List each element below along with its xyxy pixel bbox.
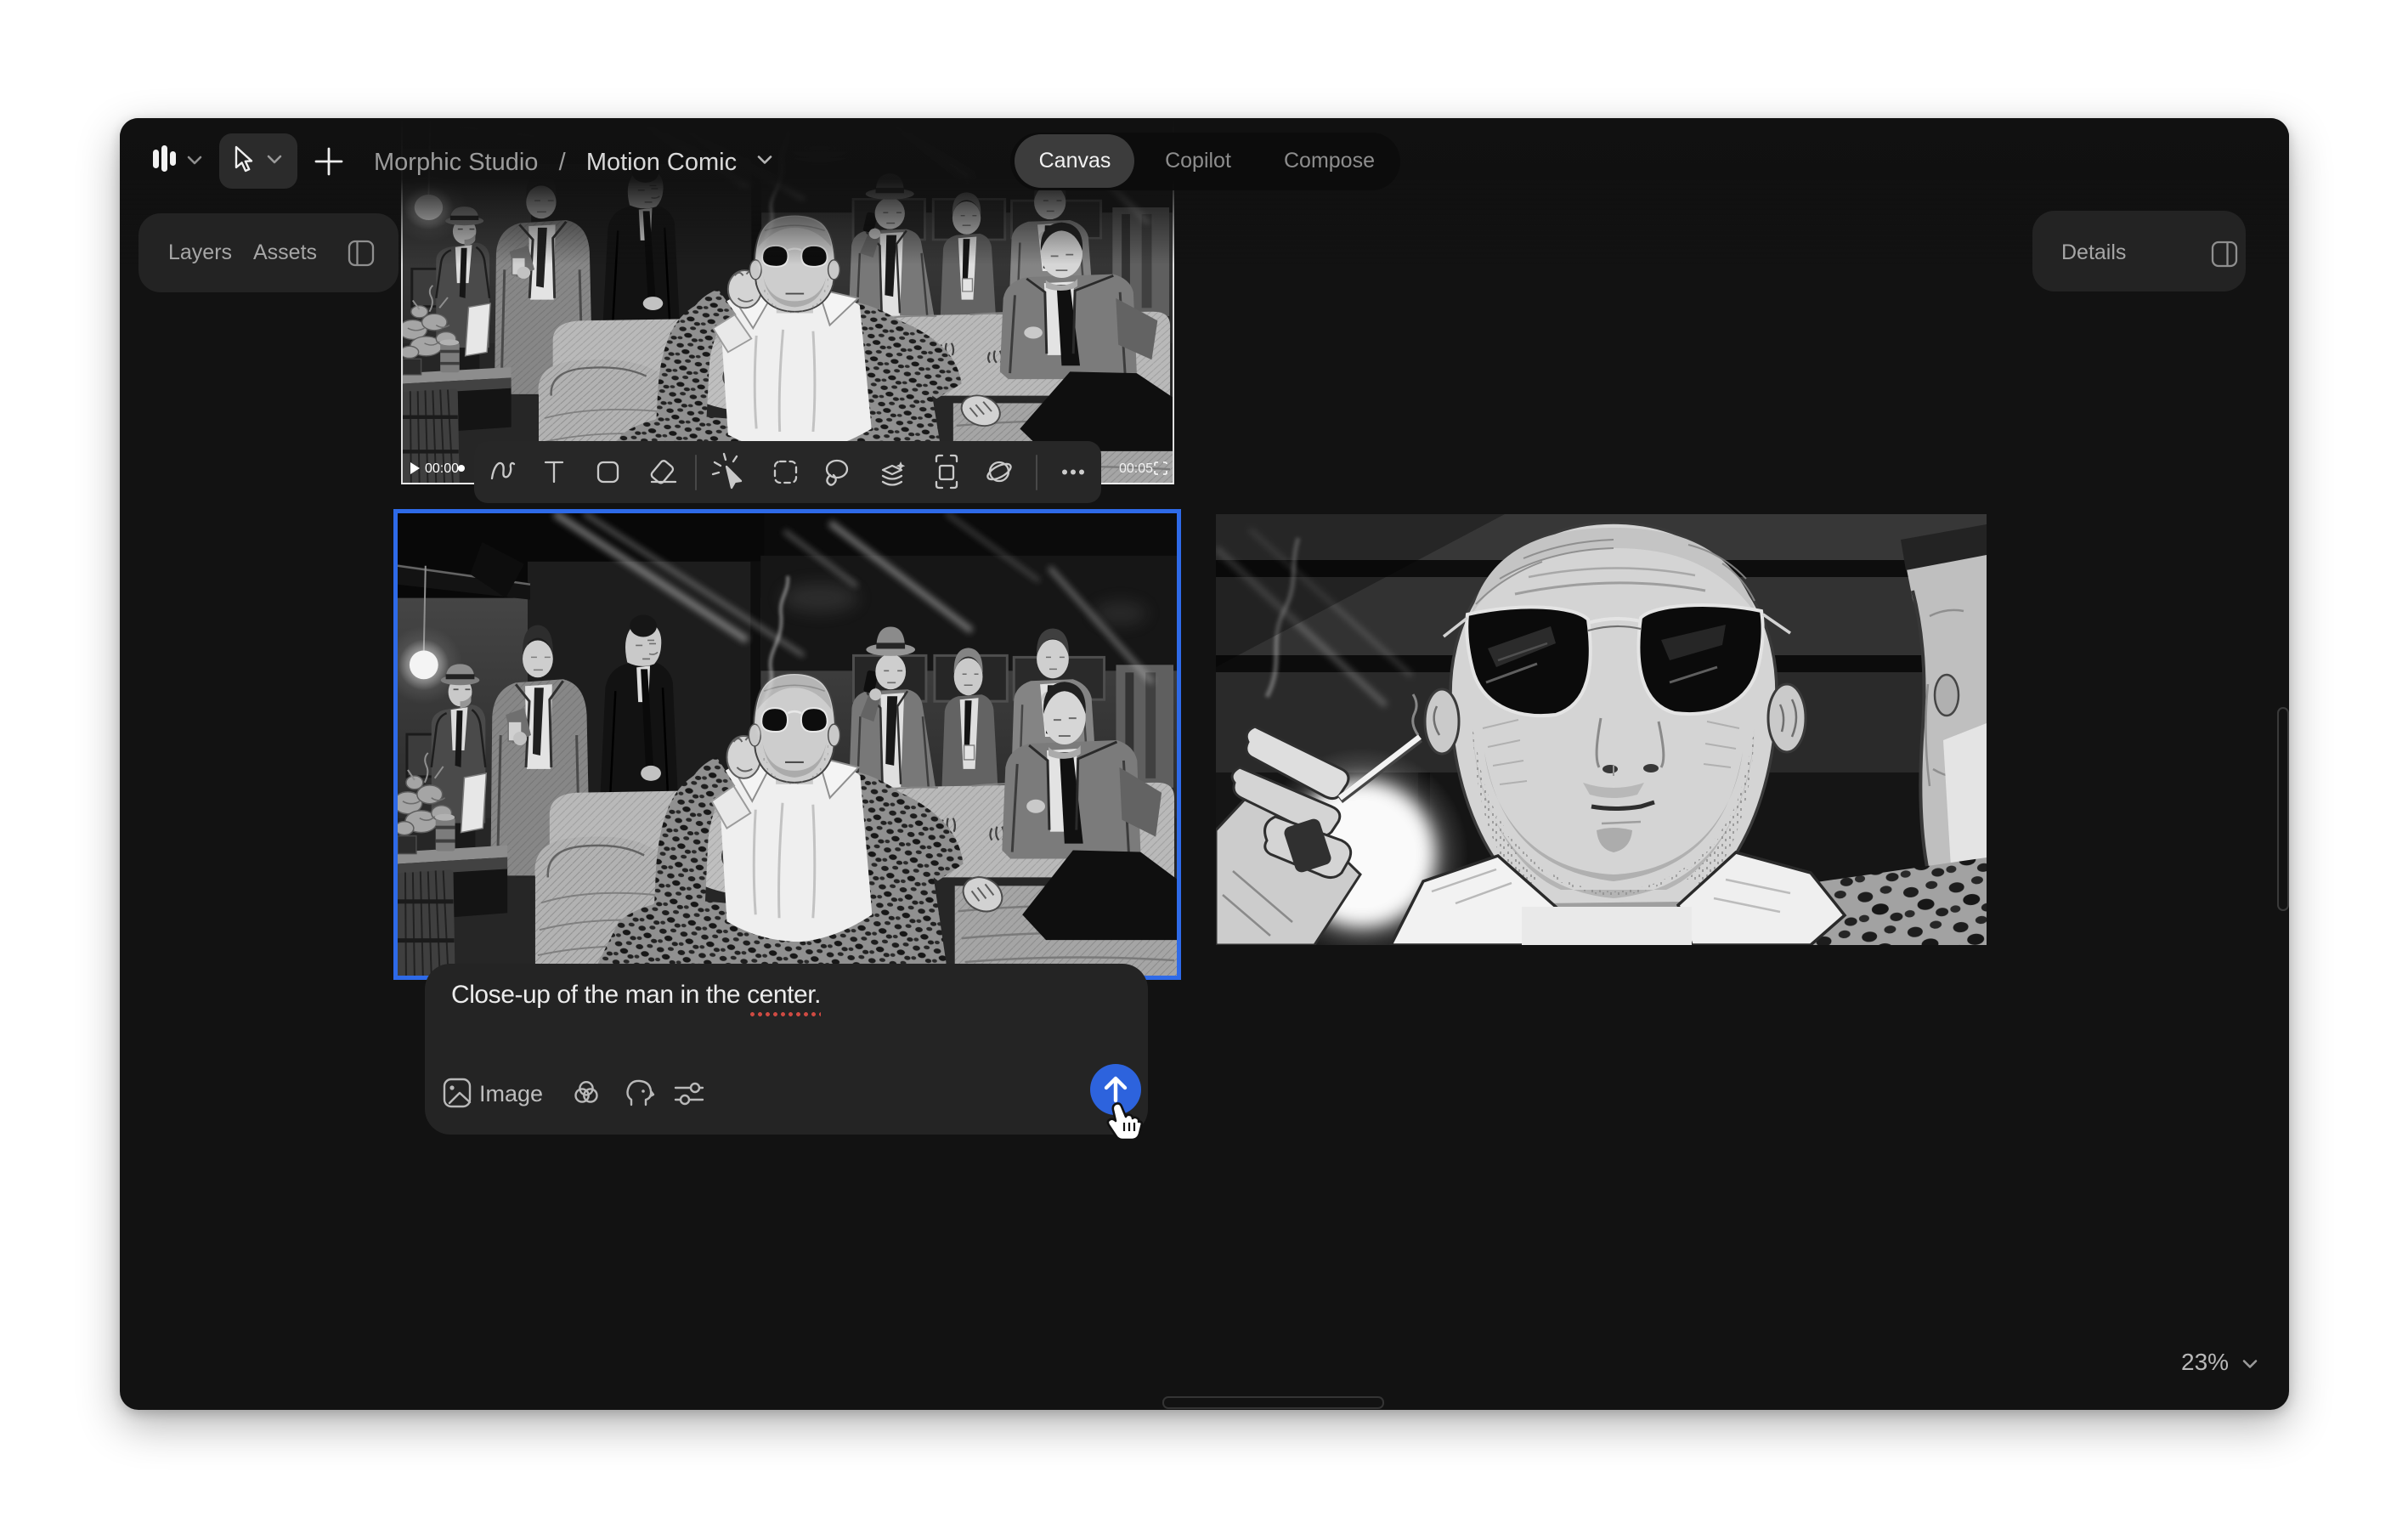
- svg-text:00:00: 00:00: [425, 461, 459, 476]
- svg-text:00:05: 00:05: [1119, 461, 1153, 476]
- svg-text:Image: Image: [479, 1081, 543, 1106]
